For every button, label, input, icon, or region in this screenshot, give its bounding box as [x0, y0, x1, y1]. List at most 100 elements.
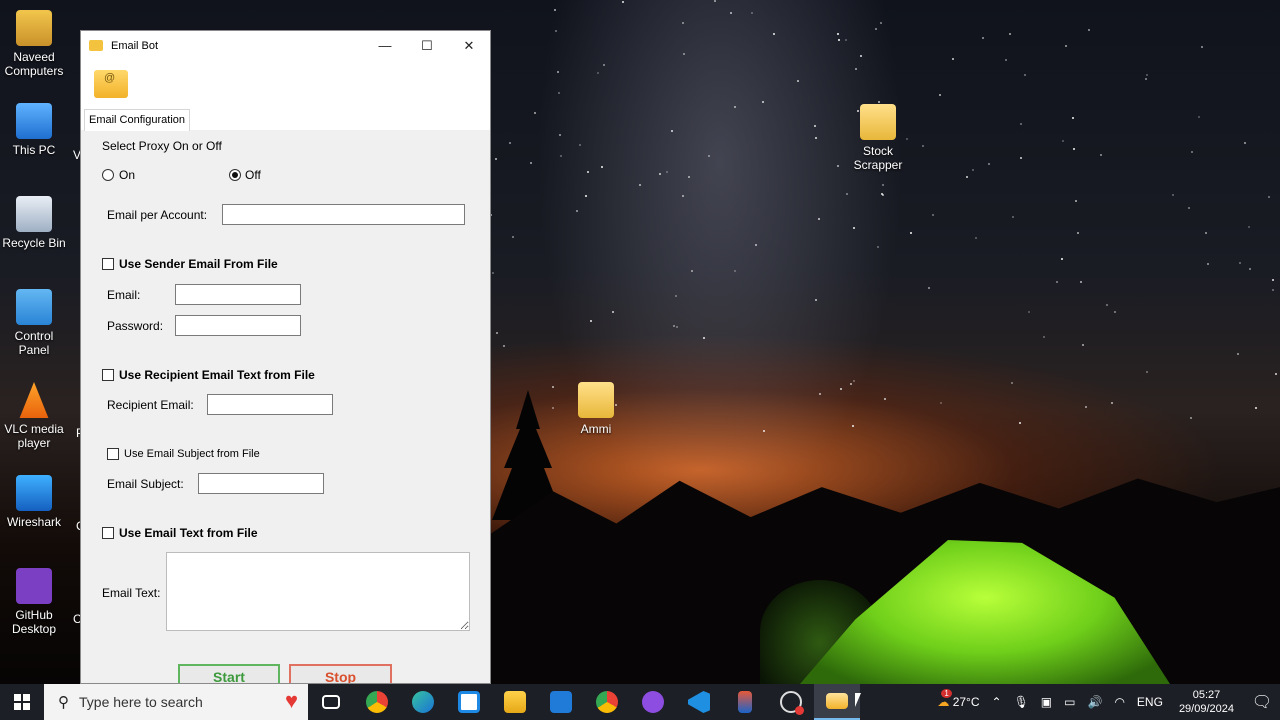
desktop-icon-vlc[interactable]: VLC media player: [0, 382, 70, 450]
vlc-icon: [19, 382, 49, 418]
desktop-icon-ammi[interactable]: Ammi: [560, 382, 632, 436]
weather-widget[interactable]: ☁ 1 27°C: [931, 689, 985, 709]
email-bot-icon: [826, 693, 848, 709]
star: [1020, 123, 1022, 125]
start-button-windows[interactable]: [0, 684, 44, 720]
star: [1244, 142, 1246, 144]
desktop-icon-github-desktop[interactable]: GitHub Desktop: [0, 568, 70, 636]
taskbar-file-explorer[interactable]: [492, 684, 538, 720]
taskbar-app[interactable]: [722, 684, 768, 720]
recipient-email-field[interactable]: [207, 394, 333, 415]
taskbar-chrome-profile[interactable]: [584, 684, 630, 720]
volume-icon[interactable]: 🔊: [1081, 695, 1108, 709]
maximize-button[interactable]: ☐: [406, 31, 448, 60]
use-text-file-checkbox[interactable]: [102, 527, 114, 539]
star: [1080, 281, 1082, 283]
email-per-account-input[interactable]: [222, 204, 465, 225]
star: [557, 71, 559, 73]
star: [853, 227, 855, 229]
taskbar-store[interactable]: [446, 684, 492, 720]
taskbar-vscode[interactable]: [676, 684, 722, 720]
star: [734, 270, 736, 272]
star: [682, 22, 684, 24]
desktop-icon-wireshark[interactable]: Wireshark: [0, 475, 70, 529]
desktop-icon-this-pc[interactable]: This PC: [0, 103, 70, 157]
search-icon: ⚲: [58, 694, 69, 711]
show-hidden-icons-button[interactable]: ⌃: [986, 695, 1008, 709]
camera-icon[interactable]: ▣: [1035, 695, 1058, 709]
star: [1024, 74, 1026, 76]
star: [708, 155, 710, 157]
close-button[interactable]: ✕: [448, 31, 490, 60]
star: [1239, 262, 1241, 264]
taskbar-chrome[interactable]: [354, 684, 400, 720]
email-text-area[interactable]: [166, 552, 470, 631]
taskbar-recorder[interactable]: [768, 684, 814, 720]
email-subject-field[interactable]: [198, 473, 324, 494]
desktop-icon-recycle-bin[interactable]: Recycle Bin: [0, 196, 70, 250]
star: [597, 72, 599, 74]
star: [1005, 59, 1007, 61]
star: [932, 214, 934, 216]
password-label: Password:: [107, 319, 164, 333]
star: [878, 101, 880, 103]
star: [840, 388, 842, 390]
star: [1272, 289, 1274, 291]
clock[interactable]: 05:27 29/09/2024: [1169, 688, 1244, 716]
use-sender-file-checkbox[interactable]: [102, 258, 114, 270]
mail-icon: [550, 691, 572, 713]
notification-icon[interactable]: 🗨: [1244, 692, 1280, 712]
desktop-icon-control-panel[interactable]: Control Panel: [0, 289, 70, 357]
taskbar-search[interactable]: ⚲ Type here to search: [44, 684, 308, 720]
proxy-on-radio[interactable]: [102, 169, 114, 181]
taskbar-edge[interactable]: [400, 684, 446, 720]
star: [853, 380, 855, 382]
star: [734, 106, 736, 108]
password-field[interactable]: [175, 315, 301, 336]
tab-email-configuration[interactable]: Email Configuration: [84, 109, 190, 131]
star: [1061, 258, 1063, 260]
edge-icon: [412, 691, 434, 713]
task-view-button[interactable]: [308, 684, 354, 720]
minimize-button[interactable]: —: [364, 31, 406, 60]
star: [1085, 406, 1087, 408]
stop-button[interactable]: Stop: [289, 664, 392, 683]
language-indicator[interactable]: ENG: [1131, 695, 1169, 709]
chrome-icon: [366, 691, 388, 713]
star: [1111, 402, 1113, 404]
star: [1073, 148, 1075, 150]
star: [972, 169, 974, 171]
microphone-icon[interactable]: 🎙: [1008, 695, 1035, 709]
start-button[interactable]: Start: [178, 664, 280, 683]
wifi-icon[interactable]: ◠: [1108, 695, 1130, 709]
window-titlebar[interactable]: Email Bot — ☐ ✕: [81, 31, 490, 60]
star: [1145, 78, 1147, 80]
battery-icon[interactable]: ▭: [1058, 695, 1081, 709]
star: [495, 158, 497, 160]
github-icon: [16, 568, 52, 604]
star: [1020, 157, 1022, 159]
desktop-icon-stock-scrapper[interactable]: Stock Scrapper: [842, 104, 914, 172]
wireshark-icon: [16, 475, 52, 511]
proxy-off-radio[interactable]: [229, 169, 241, 181]
star: [683, 53, 685, 55]
star: [819, 393, 821, 395]
star: [666, 171, 668, 173]
use-recipient-file-checkbox[interactable]: [102, 369, 114, 381]
use-subject-file-checkbox[interactable]: [107, 448, 119, 460]
star: [1268, 196, 1270, 198]
star: [622, 1, 624, 3]
star: [1106, 304, 1108, 306]
taskbar-email-bot[interactable]: [814, 684, 860, 720]
use-recipient-file-label: Use Recipient Email Text from File: [119, 368, 315, 382]
star: [1009, 33, 1011, 35]
star: [846, 193, 848, 195]
desktop-icon-naveed-computers[interactable]: Naveed Computers: [0, 10, 70, 78]
email-config-icon[interactable]: [94, 70, 128, 98]
email-field[interactable]: [175, 284, 301, 305]
star: [585, 195, 587, 197]
taskbar-github-desktop[interactable]: [630, 684, 676, 720]
star: [554, 9, 556, 11]
taskbar-mail[interactable]: [538, 684, 584, 720]
email-per-account-label: Email per Account:: [107, 208, 208, 222]
